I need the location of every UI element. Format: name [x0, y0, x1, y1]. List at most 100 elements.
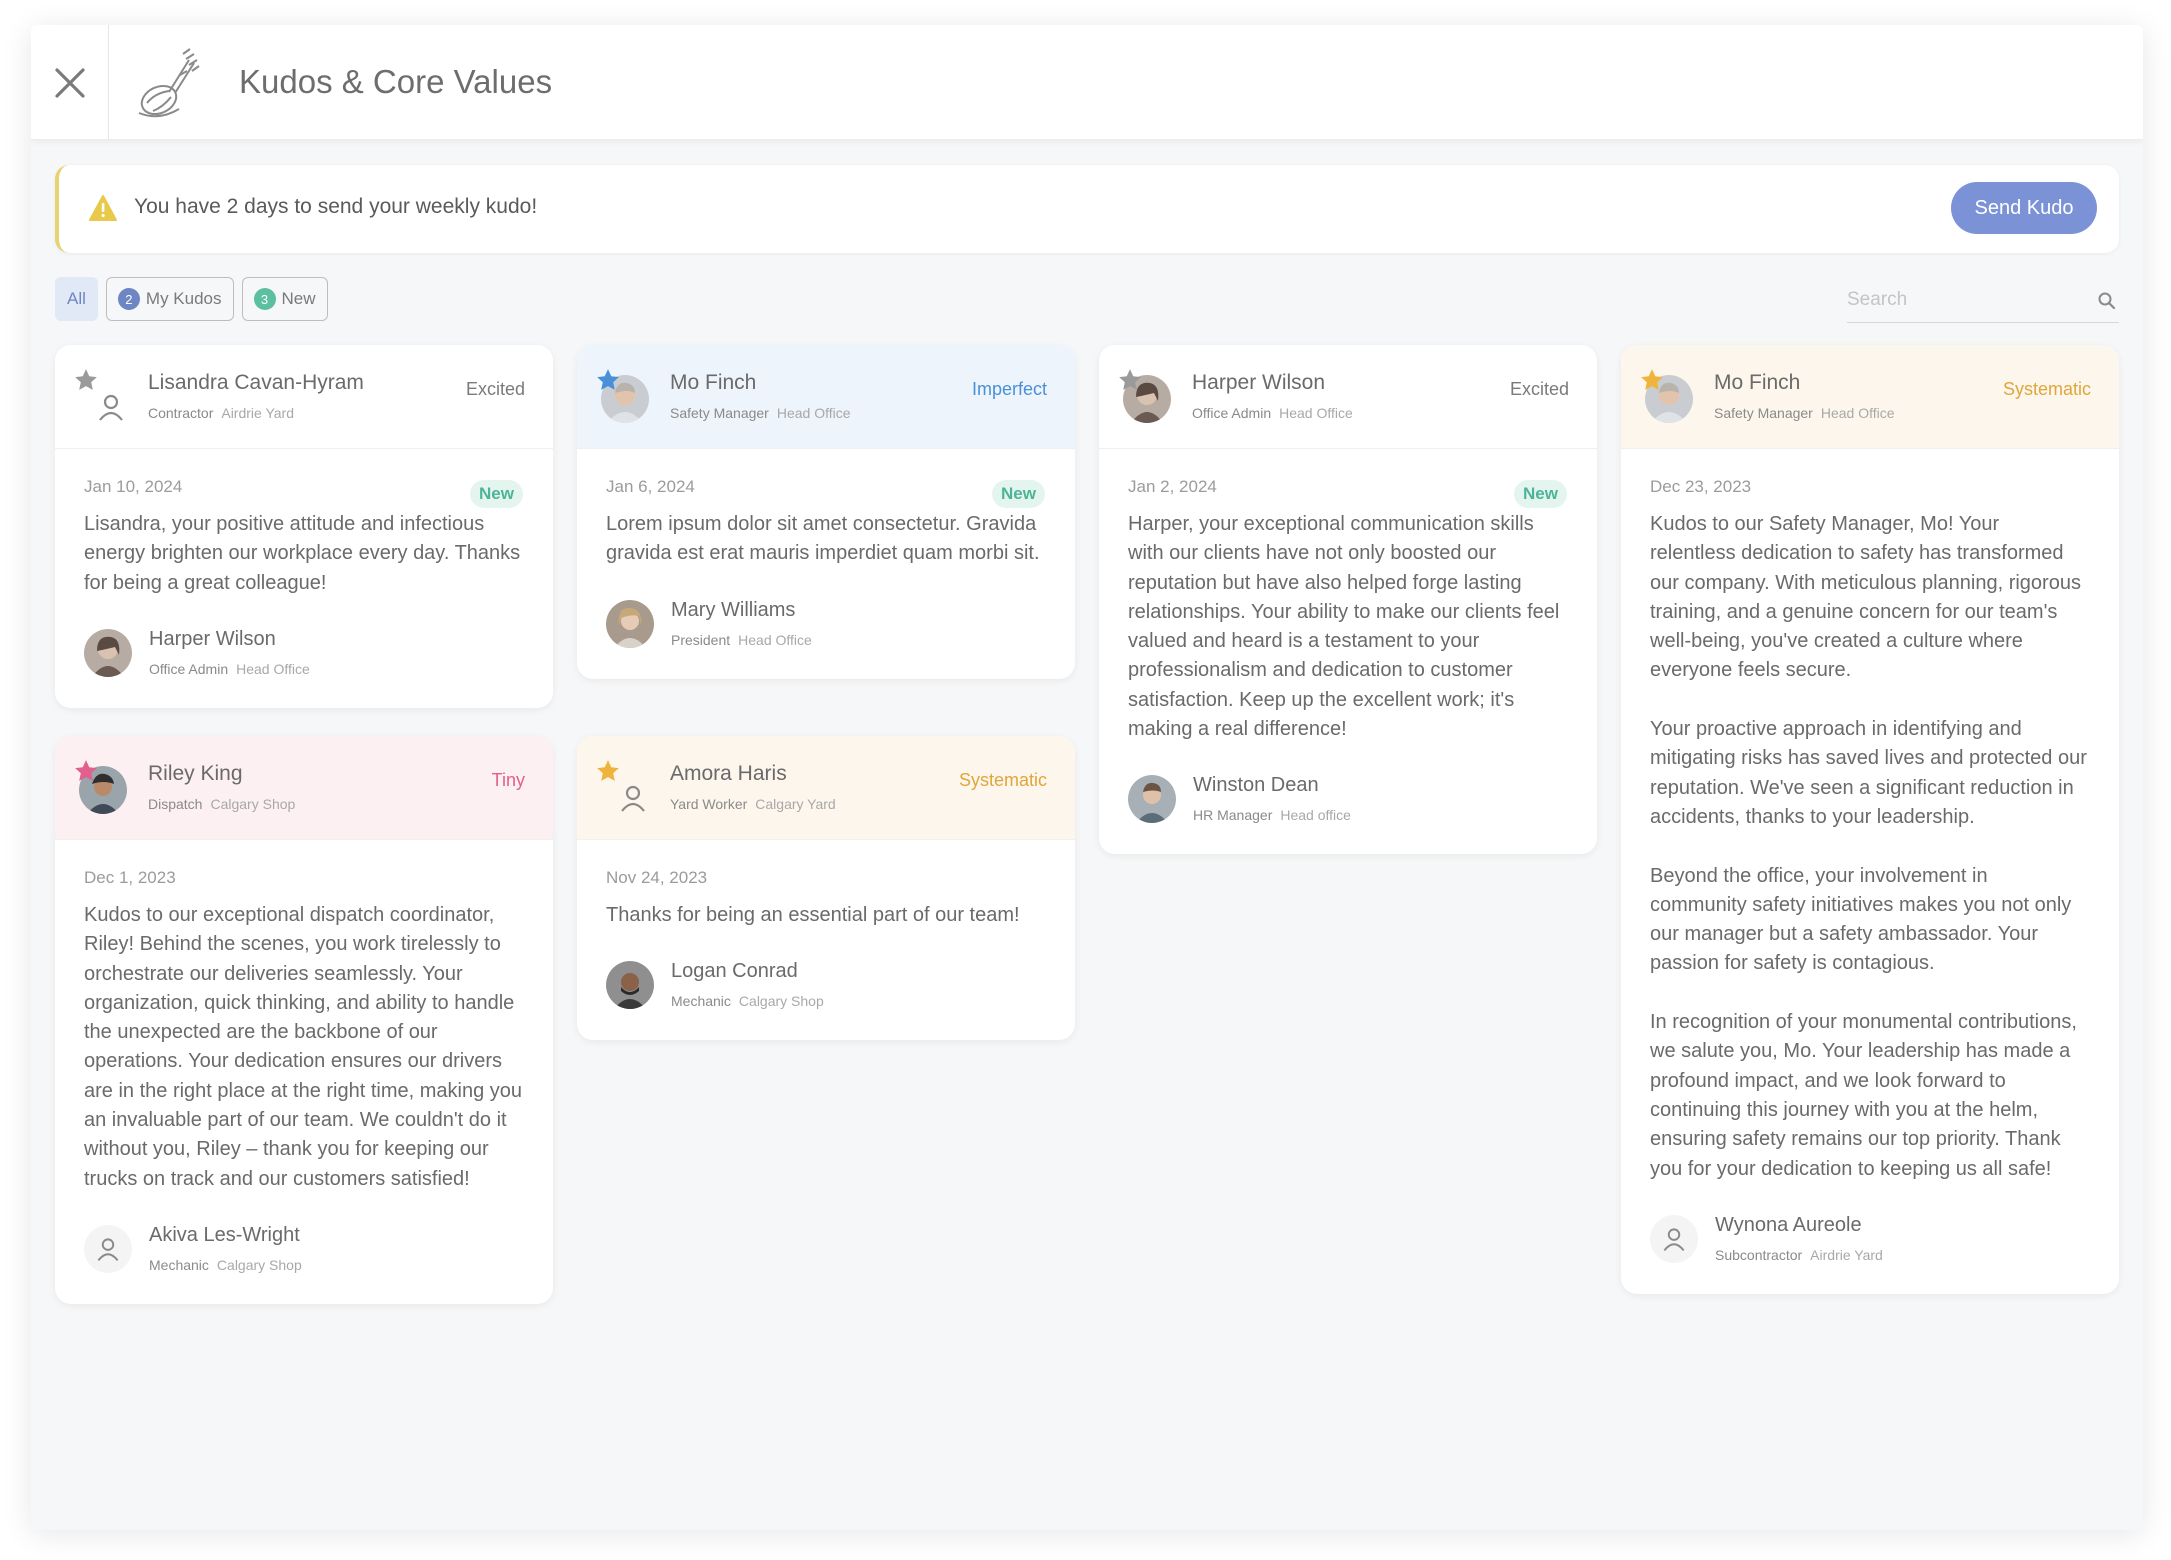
core-value-tag: Systematic — [958, 770, 1047, 790]
kudo-card[interactable]: Lisandra Cavan-Hyram Contractor Airdrie Y… — [55, 345, 553, 708]
sender: Wynona Aureole Subcontractor Airdrie Yard — [1650, 1212, 2089, 1268]
sender-role: Mechanic — [149, 1256, 209, 1273]
sender-role: Mechanic — [671, 993, 731, 1010]
recipient-role: Dispatch — [148, 796, 203, 812]
sender-meta: Office Admin Head Office — [149, 661, 310, 677]
new-badge: New — [992, 480, 1045, 508]
recipient-name: Mo Finch — [1714, 371, 1801, 394]
filter-my-kudos[interactable]: 2 My Kudos — [105, 277, 234, 321]
core-value-tag: Systematic — [2002, 379, 2091, 399]
star-icon — [75, 760, 97, 781]
card-body: Jan 6, 2024 New Lorem ipsum dolor sit am… — [577, 449, 1075, 679]
sender-meta: Mechanic Calgary Shop — [671, 993, 824, 1009]
kudo-date: Dec 23, 2023 — [1650, 477, 1752, 496]
sender: Harper Wilson Office Admin Head Office — [84, 626, 523, 682]
card-header: Riley King Dispatch Calgary Shop Tiny — [55, 736, 553, 840]
kudo-message: Lorem ipsum dolor sit amet consectetur. … — [606, 513, 1040, 565]
kudo-date: Nov 24, 2023 — [606, 868, 708, 887]
core-value-tag: Tiny — [491, 770, 525, 790]
filter-new[interactable]: 3 New — [241, 277, 328, 321]
card-header: Lisandra Cavan-Hyram Contractor Airdrie Y… — [55, 345, 553, 449]
filter-bar: All 2 My Kudos 3 New — [55, 277, 328, 321]
sender-location: Head Office — [738, 631, 812, 648]
sender-meta: President Head Office — [671, 632, 812, 648]
card-header: Harper Wilson Office Admin Head Office Ex… — [1099, 345, 1597, 449]
recipient-avatar — [75, 760, 127, 814]
kudo-card[interactable]: Mo Finch Safety Manager Head Office Syste… — [1621, 345, 2119, 1294]
recipient-name: Riley King — [148, 762, 243, 785]
sender-role: Subcontractor — [1715, 1246, 1803, 1263]
page-title: Kudos & Core Values — [239, 63, 553, 100]
kudo-card[interactable]: Harper Wilson Office Admin Head Office Ex… — [1099, 345, 1597, 855]
card-header: Amora Haris Yard Worker Calgary Yard Syst… — [577, 736, 1075, 840]
kudos-window: Kudos & Core Values You have 2 days to s… — [31, 25, 2143, 1530]
kudo-message: Thanks for being an essential part of ou… — [606, 904, 1020, 926]
warning-icon — [89, 195, 117, 221]
kudo-card[interactable]: Mo Finch Safety Manager Head Office Imper… — [577, 345, 1075, 679]
sender: Winston Dean HR Manager Head office — [1128, 772, 1567, 828]
person-icon — [1663, 1228, 1685, 1251]
sender-name: Harper Wilson — [149, 627, 276, 650]
recipient-role: Contractor — [148, 405, 214, 421]
sender-location: Calgary Shop — [738, 993, 824, 1010]
kudo-date: Jan 10, 2024 — [84, 477, 183, 496]
card-header: Mo Finch Safety Manager Head Office Imper… — [577, 345, 1075, 449]
core-value-tag: Excited — [1509, 379, 1569, 399]
person-icon — [621, 785, 645, 812]
sender-name: Logan Conrad — [671, 960, 798, 983]
recipient-location: Calgary Yard — [755, 796, 836, 812]
sender: Akiva Les-Wright Mechanic Calgary Shop — [84, 1222, 523, 1278]
search-input[interactable] — [1847, 281, 2067, 319]
card-body: Nov 24, 2023 Thanks for being an essenti… — [577, 840, 1075, 1040]
app-header: Kudos & Core Values — [31, 25, 2143, 140]
sender-meta: HR Manager Head office — [1193, 807, 1351, 823]
recipient-meta: Contractor Airdrie Yard — [148, 405, 294, 421]
sender-name: Winston Dean — [1193, 774, 1319, 797]
sender-name: Mary Williams — [671, 598, 796, 621]
person-icon — [99, 394, 123, 421]
recipient-name: Amora Haris — [670, 762, 787, 785]
sender-meta: Mechanic Calgary Shop — [149, 1257, 302, 1273]
recipient-location: Calgary Shop — [210, 796, 296, 812]
recipient-meta: Safety Manager Head Office — [1714, 405, 1895, 421]
recipient-location: Airdrie Yard — [221, 405, 294, 421]
weekly-kudo-alert: You have 2 days to send your weekly kudo… — [55, 165, 2119, 253]
recipient-meta: Yard Worker Calgary Yard — [670, 796, 836, 812]
search-icon[interactable] — [2097, 291, 2117, 311]
core-value-tag: Excited — [465, 379, 525, 399]
kudo-message: Kudos to our exceptional dispatch coordi… — [84, 904, 523, 1190]
sender: Mary Williams President Head Office — [606, 597, 1045, 653]
recipient-name: Harper Wilson — [1192, 371, 1326, 394]
my-kudos-count-badge: 2 — [117, 288, 140, 310]
sender-meta: Subcontractor Airdrie Yard — [1715, 1247, 1883, 1263]
sender-role: HR Manager — [1193, 807, 1273, 824]
recipient-meta: Dispatch Calgary Shop — [148, 796, 295, 812]
recipient-meta: Office Admin Head Office — [1192, 405, 1353, 421]
filter-my-kudos-label: My Kudos — [145, 289, 222, 308]
recipient-role: Yard Worker — [670, 796, 748, 812]
kudo-message: Harper, your exceptional communication s… — [1128, 513, 1560, 741]
sender-avatar — [84, 628, 132, 677]
filter-all[interactable]: All — [55, 277, 98, 321]
recipient-role: Safety Manager — [670, 405, 769, 421]
recipient-location: Head Office — [1820, 405, 1895, 421]
search-box — [1847, 281, 2119, 323]
close-button[interactable] — [31, 25, 109, 140]
sender-location: Head Office — [236, 660, 310, 677]
recipient-avatar — [597, 760, 649, 814]
sender-name: Akiva Les-Wright — [149, 1223, 300, 1246]
kudo-card[interactable]: Riley King Dispatch Calgary Shop Tiny Dec… — [55, 736, 553, 1304]
kudo-message: Lisandra, your positive attitude and inf… — [84, 513, 521, 594]
star-icon — [597, 760, 619, 781]
recipient-avatar — [1119, 369, 1171, 423]
send-kudo-button[interactable]: Send Kudo — [1951, 182, 2097, 234]
filter-new-label: New — [281, 289, 316, 308]
kudo-card[interactable]: Amora Haris Yard Worker Calgary Yard Syst… — [577, 736, 1075, 1041]
recipient-avatar — [597, 369, 649, 423]
sender-avatar-placeholder — [84, 1224, 132, 1273]
sender-role: President — [671, 631, 731, 648]
recipient-location: Head Office — [1279, 405, 1353, 421]
recipient-name: Mo Finch — [670, 371, 757, 394]
star-icon — [75, 369, 97, 390]
sender-avatar — [606, 599, 654, 648]
